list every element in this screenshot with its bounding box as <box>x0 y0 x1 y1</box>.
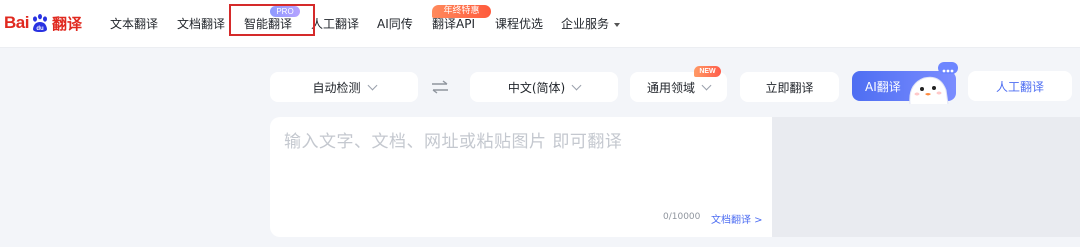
chevron-down-icon <box>571 80 582 90</box>
logo-text-translate: 翻译 <box>51 15 82 33</box>
baidu-translate-logo[interactable]: Bai du 翻译 <box>4 10 82 36</box>
doc-translate-link[interactable]: 文档翻译 > <box>711 211 763 226</box>
target-language-select[interactable]: 中文(简体) <box>470 72 618 102</box>
logo-text-bai: Bai <box>4 13 29 32</box>
domain-label: 通用领域 <box>646 80 695 95</box>
new-badge: NEW <box>694 66 721 77</box>
source-language-select[interactable]: 自动检测 <box>270 72 418 102</box>
top-nav-bar: Bai du 翻译 文本翻译 文档翻译 智能翻译 人工翻译 AI同传 翻译API… <box>0 0 1080 48</box>
translate-now-label: 立即翻译 <box>765 80 814 95</box>
nav-enterprise[interactable]: 企业服务 <box>561 17 621 31</box>
nav-ai-interpret[interactable]: AI同传 <box>377 17 413 31</box>
chat-dots-icon <box>938 62 958 74</box>
swap-languages-icon[interactable] <box>430 80 450 94</box>
promo-badge: 年终特惠 <box>432 5 491 18</box>
translate-now-button[interactable]: 立即翻译 <box>740 72 839 102</box>
source-text-placeholder: 输入文字、文档、网址或粘贴图片 即可翻译 <box>284 132 623 152</box>
nav-translate-api[interactable]: 翻译API <box>432 17 475 31</box>
nav-enterprise-label: 企业服务 <box>561 17 610 31</box>
translation-output-area <box>772 117 1080 237</box>
nav-human-translate[interactable]: 人工翻译 <box>311 17 359 31</box>
ai-translate-label: AI翻译 <box>865 79 901 94</box>
caret-down-icon <box>614 22 621 27</box>
nav-courses[interactable]: 课程优选 <box>495 17 543 31</box>
source-language-label: 自动检测 <box>312 80 361 95</box>
char-counter: 0/10000 <box>663 212 701 222</box>
svg-text:du: du <box>36 26 44 32</box>
human-translate-label: 人工翻译 <box>995 79 1044 94</box>
nav-text-translate[interactable]: 文本翻译 <box>110 17 158 31</box>
pro-badge: PRO <box>270 6 300 17</box>
chevron-down-icon <box>701 80 712 90</box>
nav-doc-translate[interactable]: 文档翻译 <box>177 17 225 31</box>
target-language-label: 中文(简体) <box>507 80 566 95</box>
source-text-area[interactable]: 输入文字、文档、网址或粘贴图片 即可翻译 0/10000 文档翻译 > <box>270 117 772 237</box>
chevron-down-icon <box>367 80 377 90</box>
baidu-paw-icon: du <box>30 13 50 33</box>
human-translate-button[interactable]: 人工翻译 <box>968 71 1072 101</box>
